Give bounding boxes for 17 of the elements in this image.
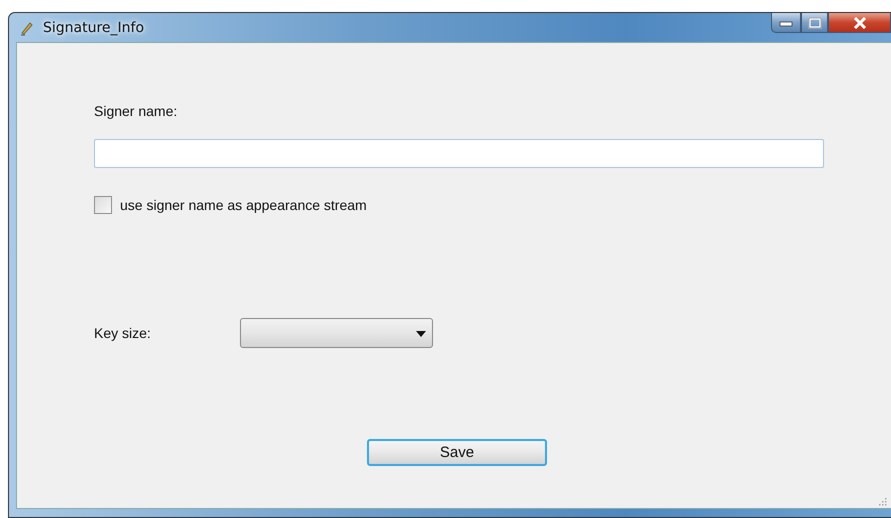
signer-name-label: Signer name:: [94, 103, 178, 119]
close-icon: [852, 16, 868, 28]
close-button[interactable]: [828, 13, 891, 33]
maximize-icon: [808, 16, 822, 28]
checkbox-label: use signer name as appearance stream: [120, 197, 367, 213]
pen-icon: [19, 20, 35, 36]
appearance-checkbox[interactable]: [94, 196, 112, 214]
minimize-button[interactable]: [771, 13, 801, 33]
resize-grip-icon: [877, 496, 887, 506]
signer-name-field[interactable]: [94, 139, 824, 168]
save-button[interactable]: Save: [367, 439, 547, 466]
window-title: Signature_Info: [43, 20, 144, 36]
caret-icon: [416, 331, 426, 337]
key-size-label: Key size:: [94, 325, 152, 341]
key-size-dropdown[interactable]: [240, 318, 433, 348]
maximize-button[interactable]: [801, 13, 828, 33]
minimize-icon: [779, 18, 793, 26]
